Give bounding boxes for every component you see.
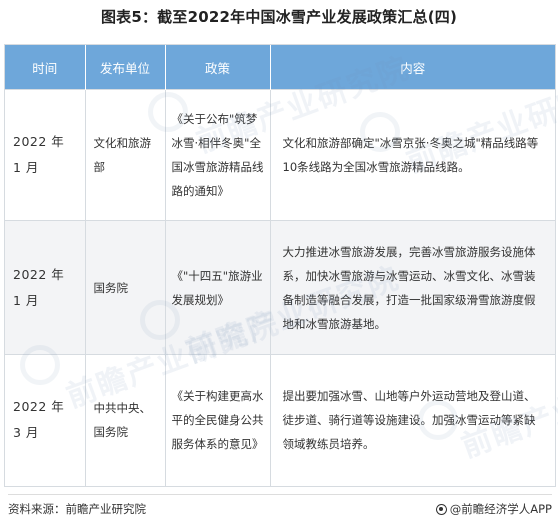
brand-logo-icon (435, 503, 447, 515)
cell-content: 大力推进冰雪旅游发展，完善冰雪旅游服务设施体系，加快冰雪旅游与冰雪运动、冰雪文化… (270, 220, 555, 355)
table-row: 2022 年 1 月 文化和旅游部 《关于公布"筑梦冰雪·相伴冬奥"全国冰雪旅游… (5, 89, 555, 221)
policy-table-container: 时间 发布单位 政策 内容 2022 年 1 月 文化和旅游部 《关于公布"筑梦… (4, 44, 556, 487)
cell-time: 2022 年 3 月 (5, 354, 86, 486)
cell-content: 文化和旅游部确定"冰雪京张·冬奥之城"精品线路等10条线路为全国冰雪旅游精品线路… (270, 89, 555, 221)
policy-table: 时间 发布单位 政策 内容 2022 年 1 月 文化和旅游部 《关于公布"筑梦… (5, 45, 555, 486)
cell-time: 2022 年 1 月 (5, 220, 86, 355)
brand-label: @前瞻经济学人APP (449, 502, 552, 516)
cell-policy: 《"十四五"旅游业发展规划》 (165, 220, 271, 355)
source-note: 资料来源：前瞻产业研究院 (8, 502, 146, 516)
table-row: 2022 年 3 月 中共中央、国务院 《关于构建更高水平的全民健身公共服务体系… (5, 354, 555, 486)
cell-time: 2022 年 1 月 (5, 89, 86, 221)
table-header-row: 时间 发布单位 政策 内容 (5, 45, 555, 90)
cell-unit: 国务院 (85, 220, 166, 355)
header-content: 内容 (270, 45, 555, 90)
cell-unit: 中共中央、国务院 (85, 354, 166, 486)
header-unit: 发布单位 (85, 45, 166, 90)
brand-credit: @前瞻经济学人APP (435, 501, 552, 517)
cell-unit: 文化和旅游部 (85, 89, 166, 221)
chart-title: 图表5：截至2022年中国冰雪产业发展政策汇总(四) (100, 8, 458, 26)
cell-policy: 《关于公布"筑梦冰雪·相伴冬奥"全国冰雪旅游精品线路的通知》 (165, 89, 271, 221)
header-time: 时间 (5, 45, 86, 90)
cell-content: 提出要加强冰雪、山地等户外运动营地及登山道、徒步道、骑行道等设施建设。加强冰雪运… (270, 354, 555, 486)
table-row: 2022 年 1 月 国务院 《"十四五"旅游业发展规划》 大力推进冰雪旅游发展… (5, 220, 555, 355)
cell-policy: 《关于构建更高水平的全民健身公共服务体系的意见》 (165, 354, 271, 486)
footer: 资料来源：前瞻产业研究院 @前瞻经济学人APP (8, 494, 552, 516)
header-policy: 政策 (165, 45, 271, 90)
